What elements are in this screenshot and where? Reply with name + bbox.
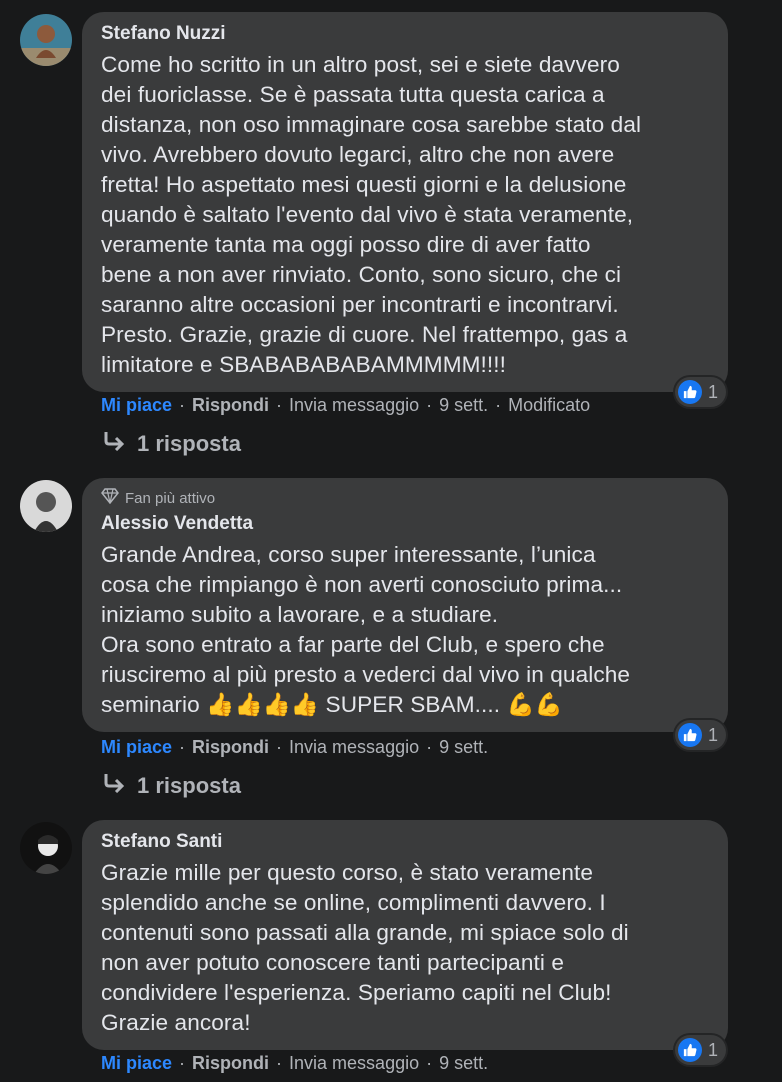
comment-actions: Mi piace · Rispondi · Invia messaggio · … (101, 735, 489, 759)
thumbs-up-icon (678, 723, 702, 747)
comment-actions: Mi piace · Rispondi · Invia messaggio · … (101, 1051, 489, 1075)
reaction-count[interactable]: 1 (675, 720, 727, 750)
comment-body: Grande Andrea, corso super interessante,… (101, 542, 631, 717)
like-button[interactable]: Mi piace (101, 1051, 172, 1075)
badge-label: Fan più attivo (125, 489, 216, 507)
view-replies-button[interactable]: 1 risposta (103, 773, 241, 799)
reply-button[interactable]: Rispondi (192, 393, 269, 417)
replies-label: 1 risposta (137, 431, 241, 456)
top-fan-badge: Fan più attivo (101, 488, 708, 508)
comment-author[interactable]: Stefano Nuzzi (101, 22, 708, 46)
avatar[interactable] (20, 14, 72, 66)
send-message-link[interactable]: Invia messaggio (289, 393, 419, 417)
timestamp[interactable]: 9 sett. (439, 1051, 488, 1075)
timestamp[interactable]: 9 sett. (439, 393, 488, 417)
reaction-count[interactable]: 1 (675, 1035, 727, 1065)
reaction-count-value: 1 (708, 381, 719, 402)
reply-button[interactable]: Rispondi (192, 735, 269, 759)
reply-button[interactable]: Rispondi (192, 1051, 269, 1075)
reaction-count-value: 1 (708, 1039, 719, 1060)
comment-bubble: Stefano Santi Grazie mille per questo co… (82, 820, 728, 1050)
comment-bubble: Stefano Nuzzi Come ho scritto in un altr… (82, 12, 728, 392)
reaction-count[interactable]: 1 (675, 377, 727, 407)
like-button[interactable]: Mi piace (101, 393, 172, 417)
avatar[interactable] (20, 822, 72, 874)
comment-actions: Mi piace · Rispondi · Invia messaggio · … (101, 393, 591, 417)
comment-body: Grazie mille per questo corso, è stato v… (101, 860, 629, 1035)
comment-body: Come ho scritto in un altro post, sei e … (101, 52, 642, 377)
send-message-link[interactable]: Invia messaggio (289, 735, 419, 759)
reaction-count-value: 1 (708, 724, 719, 745)
reply-arrow-icon (103, 431, 125, 457)
thumbs-up-icon (678, 1038, 702, 1062)
timestamp[interactable]: 9 sett. (439, 735, 488, 759)
thumbs-up-icon (678, 380, 702, 404)
comment-author[interactable]: Stefano Santi (101, 830, 708, 854)
comment-bubble: Fan più attivo Alessio Vendetta Grande A… (82, 478, 728, 732)
edited-label: Modificato (508, 395, 591, 415)
comment-author[interactable]: Alessio Vendetta (101, 512, 708, 536)
like-button[interactable]: Mi piace (101, 735, 172, 759)
view-replies-button[interactable]: 1 risposta (103, 431, 241, 457)
avatar[interactable] (20, 480, 72, 532)
diamond-icon (101, 488, 119, 508)
send-message-link[interactable]: Invia messaggio (289, 1051, 419, 1075)
reply-arrow-icon (103, 773, 125, 799)
replies-label: 1 risposta (137, 773, 241, 798)
